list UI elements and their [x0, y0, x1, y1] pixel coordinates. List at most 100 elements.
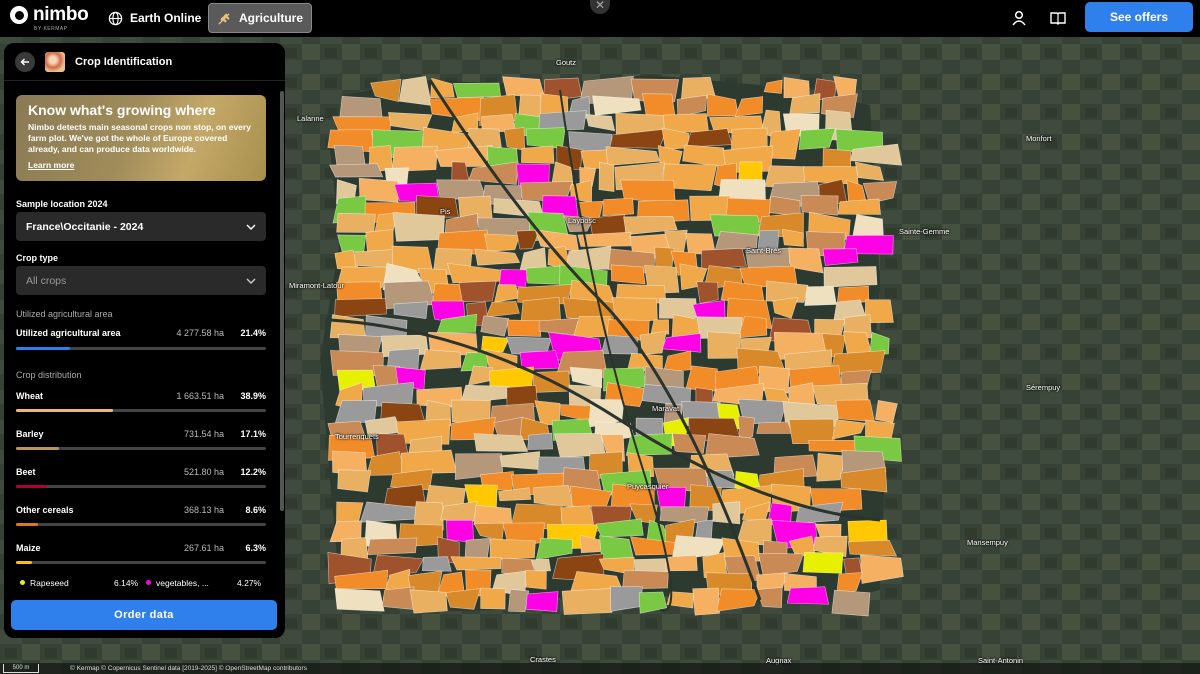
crop-field-parcel[interactable] — [527, 432, 554, 450]
place-label: Goutz — [556, 58, 577, 67]
vegetables-dot-icon — [146, 580, 151, 585]
crop-field-parcel[interactable] — [798, 128, 836, 150]
crop-field-parcel[interactable] — [672, 433, 707, 454]
crop-row[interactable]: Wheat 1 663.51 ha 38.9% — [16, 391, 266, 405]
crop-field-parcel[interactable] — [519, 350, 561, 370]
crop-field-parcel[interactable] — [506, 319, 542, 337]
crop-field-parcel[interactable] — [450, 556, 502, 571]
crop-field-parcel[interactable] — [786, 586, 830, 605]
crop-field-parcel[interactable] — [696, 281, 719, 304]
crop-field-parcel[interactable] — [409, 589, 448, 614]
crop-field-parcel[interactable] — [639, 330, 667, 355]
crop-field-parcel[interactable] — [489, 538, 536, 561]
uaa-hectares: 4 277.58 ha — [176, 328, 224, 338]
nimbo-logo-icon — [10, 6, 28, 24]
crop-field-parcel[interactable] — [622, 570, 669, 590]
crop-field-parcel[interactable] — [416, 195, 459, 218]
see-offers-button[interactable]: See offers — [1085, 2, 1193, 32]
uaa-progress-bar — [16, 347, 266, 350]
place-label: Laybosc — [568, 216, 596, 225]
crop-field-parcel[interactable] — [701, 248, 747, 270]
crop-field-parcel[interactable] — [337, 234, 367, 253]
book-icon[interactable] — [1049, 9, 1067, 27]
crop-field-parcel[interactable] — [445, 588, 481, 610]
crop-field-parcel[interactable] — [685, 365, 720, 392]
crop-field-parcel[interactable] — [502, 76, 546, 98]
crop-field-parcel[interactable] — [756, 421, 793, 434]
crop-field-parcel[interactable] — [452, 82, 502, 99]
crop-type-label: Crop type — [16, 253, 59, 263]
crop-field-parcel[interactable] — [503, 127, 526, 151]
nav-earth-online[interactable]: Earth Online — [100, 3, 209, 33]
crop-field-parcel[interactable] — [835, 399, 875, 423]
crop-field-parcel[interactable] — [365, 229, 394, 253]
crop-field-parcel[interactable] — [802, 552, 844, 574]
crop-row[interactable]: Maize 267.61 ha 6.3% — [16, 543, 266, 557]
crop-field-parcel[interactable] — [707, 331, 742, 359]
crop-field-parcel[interactable] — [837, 198, 881, 215]
crop-field-parcel[interactable] — [822, 248, 859, 266]
crop-field-parcel[interactable] — [473, 504, 513, 525]
crop-field-parcel[interactable] — [337, 469, 372, 493]
place-label: Maravat — [652, 404, 680, 413]
logo-text: nimbo — [33, 4, 89, 25]
place-label: Lalanne — [297, 114, 324, 123]
crop-type-select[interactable]: All crops — [16, 266, 266, 295]
back-button[interactable] — [15, 51, 35, 72]
crop-field-parcel[interactable] — [484, 233, 520, 252]
crop-field-parcel[interactable] — [525, 570, 547, 590]
crop-field-parcel[interactable] — [422, 556, 452, 572]
crop-name: Barley — [16, 429, 44, 439]
crop-row[interactable]: Other cereals 368.13 ha 8.6% — [16, 505, 266, 519]
crop-field-parcel[interactable] — [334, 588, 385, 612]
crop-field-parcel[interactable] — [521, 145, 555, 164]
rapeseed-dot-icon — [20, 580, 25, 585]
crop-row[interactable]: Barley 731.54 ha 17.1% — [16, 429, 266, 443]
crop-field-parcel[interactable] — [458, 280, 497, 303]
crop-field-parcel[interactable] — [788, 418, 835, 444]
crop-field-parcel[interactable] — [329, 163, 384, 178]
crop-field-parcel[interactable] — [800, 195, 839, 216]
crop-field-parcel[interactable] — [473, 433, 529, 452]
user-icon[interactable] — [1010, 9, 1028, 27]
crop-hectares: 521.80 ha — [183, 467, 224, 477]
crop-field-parcel[interactable] — [831, 589, 871, 617]
crop-field-parcel[interactable] — [334, 298, 387, 318]
crop-field-parcel[interactable] — [367, 537, 418, 555]
crop-field-parcel[interactable] — [480, 587, 506, 610]
crop-field-parcel[interactable] — [610, 264, 646, 285]
learn-more-link[interactable]: Learn more — [28, 160, 74, 170]
crop-field-parcel[interactable] — [381, 586, 415, 610]
uaa-section-heading: Utilized agricultural area — [16, 309, 113, 319]
panel-scrollbar[interactable] — [280, 91, 284, 511]
crop-field-parcel[interactable] — [823, 266, 878, 288]
crop-field-parcel[interactable] — [768, 128, 802, 160]
crop-field-parcel[interactable] — [692, 587, 720, 616]
crop-field-parcel[interactable] — [783, 76, 810, 99]
crop-field-parcel[interactable] — [446, 519, 475, 543]
crop-field-parcel[interactable] — [602, 197, 635, 217]
crop-field-parcel[interactable] — [392, 212, 445, 242]
crop-field-parcel[interactable] — [659, 506, 709, 524]
crop-field-parcel[interactable] — [599, 535, 634, 560]
crop-field-parcel[interactable] — [334, 400, 378, 423]
crop-field-parcel[interactable] — [561, 588, 613, 615]
crop-field-parcel[interactable] — [336, 501, 364, 524]
nimbo-logo[interactable]: nimbo BY KERMAP — [10, 4, 89, 32]
crop-field-parcel[interactable] — [665, 554, 698, 572]
crop-field-parcel[interactable] — [847, 539, 898, 557]
order-data-button[interactable]: Order data — [11, 600, 277, 630]
crop-field-parcel[interactable] — [525, 127, 566, 149]
sample-location-select[interactable]: France\Occitanie - 2024 — [16, 212, 266, 241]
crop-field-parcel[interactable] — [804, 286, 837, 306]
crop-hectares: 1 663.51 ha — [176, 391, 224, 401]
crop-percent: 12.2% — [240, 467, 266, 477]
uaa-row: Utilized agricultural area 4 277.58 ha 2… — [16, 328, 266, 342]
crop-field-parcel[interactable] — [598, 161, 615, 192]
crop-field-parcel[interactable] — [336, 212, 376, 233]
crop-row[interactable]: Beet 521.80 ha 12.2% — [16, 467, 266, 481]
crop-field-parcel[interactable] — [525, 591, 559, 612]
collapse-icon[interactable]: ✕ — [590, 0, 610, 14]
crop-field-parcel[interactable] — [419, 349, 462, 371]
nav-agriculture[interactable]: Agriculture — [208, 3, 313, 33]
